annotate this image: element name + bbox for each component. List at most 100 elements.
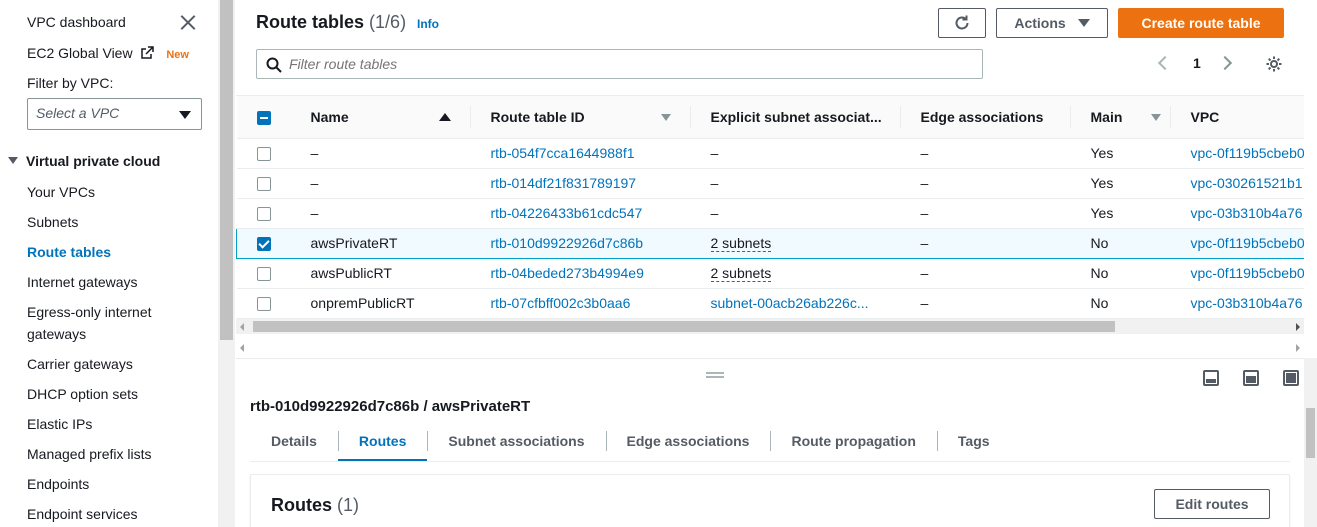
column-edge-label: Edge associations [920, 108, 1044, 125]
info-link[interactable]: Info [417, 17, 439, 31]
sidebar-item-subnets[interactable]: Subnets [27, 214, 78, 230]
table-horizontal-scrollbar[interactable] [236, 319, 1304, 334]
table-row[interactable]: awsPublicRT rtb-04beded273b4994e9 2 subn… [236, 258, 1304, 289]
close-icon[interactable] [180, 14, 196, 30]
row-vpc-link[interactable]: vpc-0f119b5cbeb0 [1170, 138, 1304, 169]
row-route-table-id-link[interactable]: rtb-04226433b61cdc547 [470, 198, 691, 229]
actions-button[interactable]: Actions [996, 8, 1108, 38]
sidebar-item-carrier-gateways[interactable]: Carrier gateways [27, 356, 133, 372]
row-route-table-id-link[interactable]: rtb-014df21f831789197 [470, 168, 691, 199]
sidebar-link-vpc-dashboard[interactable]: VPC dashboard [27, 14, 126, 30]
table-row[interactable]: – rtb-014df21f831789197 – – Yes vpc-0302… [236, 168, 1304, 199]
vpc-select[interactable]: Select a VPC [27, 98, 202, 130]
row-subnet-link[interactable]: 2 subnets [710, 265, 772, 282]
column-subnet-label: Explicit subnet associat... [710, 108, 882, 125]
page-title-text: Route tables [256, 12, 365, 32]
sidebar-item-your-vpcs[interactable]: Your VPCs [27, 184, 95, 200]
row-route-table-id-link[interactable]: rtb-07cfbff002c3b0aa6 [470, 288, 691, 319]
tab-routes[interactable]: Routes [337, 428, 428, 462]
row-main: Yes [1070, 168, 1171, 199]
column-header-route-table-id[interactable]: Route table ID [470, 96, 691, 139]
sidebar-item-egress-only-internet-gateways[interactable]: Egress-only internet [27, 304, 152, 320]
row-checkbox[interactable] [256, 267, 271, 282]
page-horizontal-scrollbar[interactable] [236, 340, 1304, 355]
row-edge: – [900, 227, 1071, 259]
pane-side-icon[interactable] [1243, 370, 1259, 386]
scroll-left-icon[interactable] [240, 344, 244, 352]
tab-route-propagation[interactable]: Route propagation [770, 428, 936, 462]
sidebar-scrollbar[interactable] [218, 0, 235, 527]
previous-page-button[interactable] [1157, 55, 1173, 71]
row-checkbox[interactable] [256, 207, 271, 222]
row-vpc-link[interactable]: vpc-030261521b1 [1170, 168, 1304, 199]
pane-full-icon[interactable] [1283, 370, 1299, 386]
row-route-table-id-link[interactable]: rtb-010d9922926d7c86b [470, 227, 691, 259]
section-virtual-private-cloud[interactable]: Virtual private cloud [8, 153, 160, 169]
column-header-main[interactable]: Main [1070, 96, 1171, 139]
scroll-left-icon[interactable] [240, 323, 244, 331]
row-checkbox[interactable] [256, 177, 271, 192]
table-row[interactable]: – rtb-054f7cca1644988f1 – – Yes vpc-0f11… [236, 138, 1304, 169]
next-page-button[interactable] [1217, 55, 1233, 71]
sidebar-item-elastic-ips[interactable]: Elastic IPs [27, 416, 92, 432]
tab-subnet-associations[interactable]: Subnet associations [427, 428, 605, 462]
row-name: awsPublicRT [290, 258, 471, 289]
row-vpc-link[interactable]: vpc-0f119b5cbeb0 [1170, 227, 1304, 259]
resize-handle-icon[interactable] [706, 372, 724, 378]
row-subnet-link[interactable]: 2 subnets [710, 235, 772, 252]
routes-count: (1) [337, 495, 360, 515]
select-all-checkbox[interactable] [256, 110, 271, 125]
refresh-button[interactable] [938, 8, 986, 38]
table-row[interactable]: onpremPublicRT rtb-07cfbff002c3b0aa6 sub… [236, 288, 1304, 319]
scrollbar-thumb[interactable] [220, 0, 233, 340]
filter-search-box[interactable] [256, 49, 983, 79]
table-row-selected[interactable]: awsPrivateRT rtb-010d9922926d7c86b 2 sub… [236, 227, 1304, 259]
row-route-table-id-link[interactable]: rtb-04beded273b4994e9 [470, 258, 691, 289]
row-vpc-link[interactable]: vpc-03b310b4a76 [1170, 198, 1304, 229]
split-panel-scrollbar[interactable] [1304, 358, 1317, 527]
sidebar-item-route-tables[interactable]: Route tables [27, 244, 111, 260]
selection-count: (1/6) [369, 12, 407, 32]
settings-gear-icon[interactable] [1265, 55, 1283, 73]
scroll-right-icon[interactable] [1296, 323, 1300, 331]
pane-bottom-icon[interactable] [1203, 370, 1219, 386]
sidebar-item-dhcp-option-sets[interactable]: DHCP option sets [27, 386, 138, 402]
section-title: Virtual private cloud [26, 153, 161, 169]
row-edge: – [900, 168, 1071, 199]
sidebar-item-endpoint-services[interactable]: Endpoint services [27, 506, 138, 522]
row-checkbox-checked[interactable] [257, 237, 271, 252]
navigation-sidebar: VPC dashboard EC2 Global View New Filter… [0, 0, 218, 527]
search-input[interactable] [289, 54, 969, 74]
edit-routes-button[interactable]: Edit routes [1154, 489, 1270, 519]
create-route-table-button[interactable]: Create route table [1118, 8, 1284, 38]
tab-edge-associations[interactable]: Edge associations [605, 428, 771, 462]
page-number[interactable]: 1 [1193, 55, 1201, 71]
scrollbar-thumb[interactable] [253, 321, 1115, 332]
row-checkbox[interactable] [256, 147, 271, 162]
row-vpc-link[interactable]: vpc-03b310b4a76 [1170, 288, 1304, 319]
column-header-explicit-subnet[interactable]: Explicit subnet associat... [690, 96, 901, 139]
tab-tags[interactable]: Tags [936, 428, 1011, 462]
sidebar-item-egress-only-internet-gateways-line2[interactable]: gateways [27, 326, 86, 342]
scroll-right-icon[interactable] [1296, 344, 1300, 352]
ec2-global-view-label: EC2 Global View [27, 45, 133, 61]
sidebar-link-ec2-global-view[interactable]: EC2 Global View New [27, 45, 189, 61]
tab-details[interactable]: Details [250, 428, 338, 462]
row-subnet: – [690, 198, 901, 229]
filter-by-vpc-label: Filter by VPC: [27, 75, 114, 91]
sidebar-item-managed-prefix-lists[interactable]: Managed prefix lists [27, 446, 152, 462]
row-vpc-link[interactable]: vpc-0f119b5cbeb0 [1170, 258, 1304, 289]
row-checkbox[interactable] [256, 297, 271, 312]
column-header-vpc[interactable]: VPC [1170, 96, 1304, 139]
sidebar-item-endpoints[interactable]: Endpoints [27, 476, 89, 492]
column-id-label: Route table ID [490, 108, 585, 125]
table-row[interactable]: – rtb-04226433b61cdc547 – – Yes vpc-03b3… [236, 198, 1304, 229]
scrollbar-thumb[interactable] [1306, 408, 1315, 458]
row-name: – [290, 168, 471, 199]
column-header-edge-associations[interactable]: Edge associations [900, 96, 1071, 139]
row-route-table-id-link[interactable]: rtb-054f7cca1644988f1 [470, 138, 691, 169]
column-header-name[interactable]: Name [290, 96, 471, 139]
row-subnet-link[interactable]: subnet-00acb26ab226c... [690, 288, 901, 319]
sidebar-item-internet-gateways[interactable]: Internet gateways [27, 274, 138, 290]
row-edge: – [900, 288, 1071, 319]
